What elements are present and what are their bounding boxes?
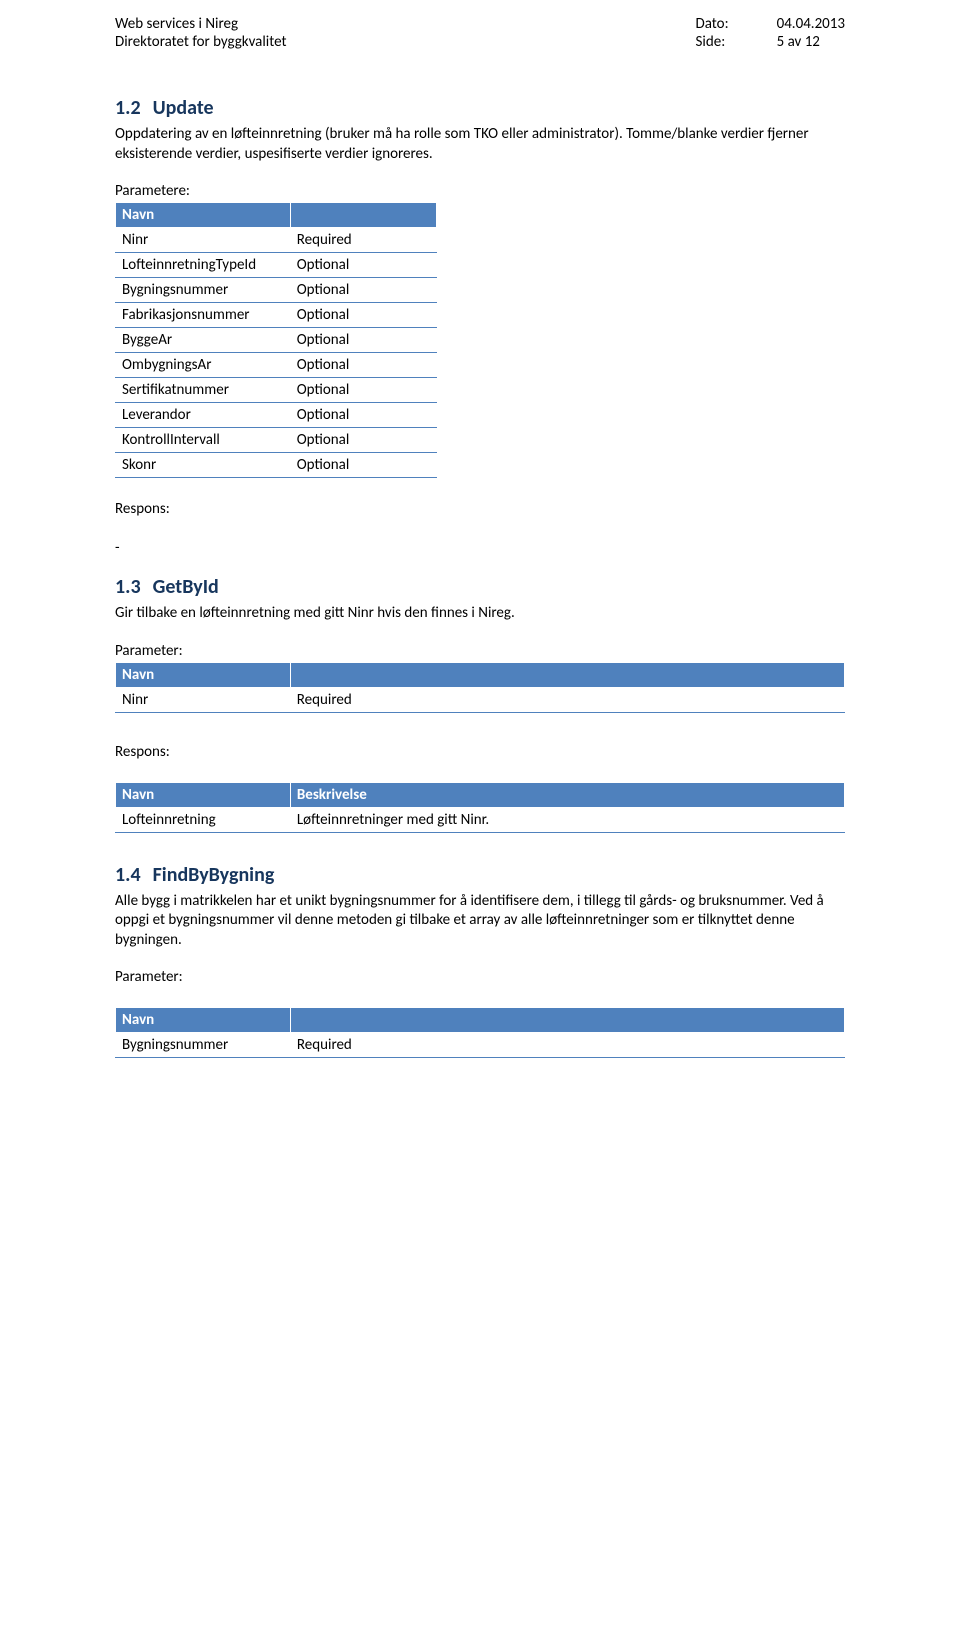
header-side-label: Side: [696,33,729,51]
table-header-row: Navn [116,662,845,687]
col-blank [290,1008,844,1033]
cell-name: Sertifikatnummer [116,378,291,403]
table-row: KontrollIntervallOptional [116,428,437,453]
cell-req: Optional [290,428,436,453]
header-dato-label: Dato: [696,15,729,33]
table-row: SkonrOptional [116,453,437,478]
cell-name: ByggeAr [116,328,291,353]
respons-label: Respons: [115,743,845,761]
cell-req: Optional [290,303,436,328]
table-row: OmbygningsArOptional [116,353,437,378]
table-row: NinrRequired [116,687,845,712]
header-subtitle: Direktoratet for byggkvalitet [115,33,287,51]
cell-name: LofteinnretningTypeId [116,253,291,278]
table-row: BygningsnummerRequired [116,1033,845,1058]
col-navn: Navn [116,662,291,687]
table-row: LofteinnretningLøfteinnretninger med git… [116,807,845,832]
cell-desc: Løfteinnretninger med gitt Ninr. [290,807,844,832]
col-navn: Navn [116,1008,291,1033]
section-number: 1.2 [115,96,141,120]
header-right: Dato: Side: 04.04.2013 5 av 12 [696,15,845,51]
cell-req: Optional [290,353,436,378]
table-1-3-params: Navn NinrRequired [115,662,845,713]
cell-req: Optional [290,378,436,403]
section-title: Update [153,96,214,120]
respons-label: Respons: [115,500,845,518]
parametere-label: Parametere: [115,182,845,200]
section-title: GetById [153,575,219,599]
header-dato-value: 04.04.2013 [777,15,845,33]
table-header-row: Navn [116,203,437,228]
header-left: Web services i Nireg Direktoratet for by… [115,15,287,51]
page-header: Web services i Nireg Direktoratet for by… [115,15,845,51]
cell-req: Required [290,1033,844,1058]
cell-name: KontrollIntervall [116,428,291,453]
cell-req: Optional [290,453,436,478]
section-title: FindByBygning [153,863,275,887]
cell-name: Bygningsnummer [116,1033,291,1058]
cell-req: Optional [290,253,436,278]
table-row: SertifikatnummerOptional [116,378,437,403]
cell-req: Optional [290,328,436,353]
table-row: LeverandorOptional [116,403,437,428]
table-row: LofteinnretningTypeIdOptional [116,253,437,278]
cell-name: Ninr [116,228,291,253]
table-header-row: Navn Beskrivelse [116,782,845,807]
header-title: Web services i Nireg [115,15,287,33]
cell-name: Ninr [116,687,291,712]
cell-name: Leverandor [116,403,291,428]
col-navn: Navn [116,782,291,807]
section-1-2-heading: 1.2 Update [115,96,845,120]
cell-name: Lofteinnretning [116,807,291,832]
table-row: NinrRequired [116,228,437,253]
section-1-4-desc: Alle bygg i matrikkelen har et unikt byg… [115,892,845,951]
section-1-3-desc: Gir tilbake en løfteinnretning med gitt … [115,604,845,624]
parameter-label: Parameter: [115,642,845,660]
table-1-2-params: Navn NinrRequired LofteinnretningTypeIdO… [115,202,437,478]
cell-name: OmbygningsAr [116,353,291,378]
col-blank [290,203,436,228]
col-blank [290,662,844,687]
cell-req: Required [290,687,844,712]
cell-req: Optional [290,278,436,303]
table-1-4-params: Navn BygningsnummerRequired [115,1007,845,1058]
dash: - [115,539,845,557]
cell-name: Fabrikasjonsnummer [116,303,291,328]
col-navn: Navn [116,203,291,228]
section-1-2-desc: Oppdatering av en løfteinnretning (bruke… [115,125,845,164]
document-page: Web services i Nireg Direktoratet for by… [0,0,960,1140]
section-1-4-heading: 1.4 FindByBygning [115,863,845,887]
section-number: 1.3 [115,575,141,599]
cell-req: Required [290,228,436,253]
cell-name: Skonr [116,453,291,478]
cell-req: Optional [290,403,436,428]
table-header-row: Navn [116,1008,845,1033]
table-1-3-respons: Navn Beskrivelse LofteinnretningLøfteinn… [115,782,845,833]
table-row: BygningsnummerOptional [116,278,437,303]
cell-name: Bygningsnummer [116,278,291,303]
section-1-3-heading: 1.3 GetById [115,575,845,599]
section-number: 1.4 [115,863,141,887]
header-side-value: 5 av 12 [777,33,845,51]
table-row: ByggeArOptional [116,328,437,353]
table-row: FabrikasjonsnummerOptional [116,303,437,328]
parameter-label: Parameter: [115,968,845,986]
col-beskrivelse: Beskrivelse [290,782,844,807]
